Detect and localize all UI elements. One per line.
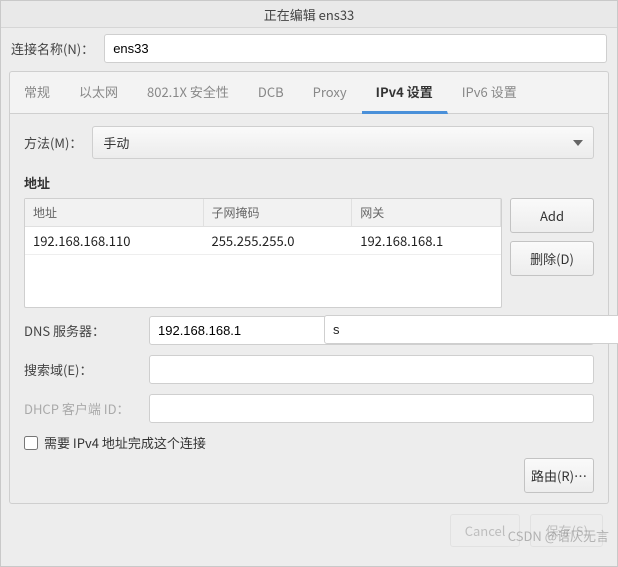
connection-name-label: 连接名称(N)： bbox=[11, 39, 94, 58]
col-address: 地址 bbox=[25, 199, 204, 226]
method-value: 手动 bbox=[103, 133, 129, 152]
connection-name-input[interactable] bbox=[104, 34, 607, 63]
delete-button[interactable]: 删除(D) bbox=[510, 241, 594, 276]
chevron-down-icon bbox=[573, 140, 583, 146]
dns-overlay-input[interactable] bbox=[324, 315, 618, 344]
tab-8021x[interactable]: 802.1X 安全性 bbox=[133, 72, 244, 113]
cancel-button[interactable]: Cancel bbox=[450, 514, 521, 547]
method-row: 方法(M)： 手动 bbox=[24, 126, 594, 159]
col-netmask: 子网掩码 bbox=[204, 199, 353, 226]
dns-row: DNS 服务器： bbox=[24, 316, 594, 345]
tab-area: 常规 以太网 802.1X 安全性 DCB Proxy IPv4 设置 IPv6… bbox=[1, 71, 617, 504]
search-label: 搜索域(E)： bbox=[24, 360, 149, 379]
tab-general[interactable]: 常规 bbox=[10, 72, 65, 113]
addresses-heading: 地址 bbox=[24, 173, 594, 192]
tab-bar: 常规 以太网 802.1X 安全性 DCB Proxy IPv4 设置 IPv6… bbox=[9, 71, 609, 114]
cell-netmask: 255.255.255.0 bbox=[204, 227, 353, 254]
dns-label: DNS 服务器： bbox=[24, 321, 149, 340]
addresses-table[interactable]: 地址 子网掩码 网关 192.168.168.110 255.255.255.0… bbox=[24, 198, 502, 308]
connection-name-row: 连接名称(N)： bbox=[1, 28, 617, 71]
tab-proxy[interactable]: Proxy bbox=[299, 72, 362, 113]
method-select[interactable]: 手动 bbox=[92, 126, 594, 159]
tab-ipv4[interactable]: IPv4 设置 bbox=[362, 72, 448, 114]
require-label: 需要 IPv4 地址完成这个连接 bbox=[44, 433, 206, 452]
dhcp-label: DHCP 客户端 ID： bbox=[24, 399, 149, 418]
dhcp-row: DHCP 客户端 ID： bbox=[24, 394, 594, 423]
require-checkbox[interactable] bbox=[24, 436, 38, 450]
dialog-window: 正在编辑 ens33 连接名称(N)： 常规 以太网 802.1X 安全性 DC… bbox=[0, 0, 618, 567]
search-input[interactable] bbox=[149, 355, 594, 384]
tab-ethernet[interactable]: 以太网 bbox=[65, 72, 133, 113]
method-label: 方法(M)： bbox=[24, 133, 82, 152]
title-bar: 正在编辑 ens33 bbox=[1, 1, 617, 28]
routes-row: 路由(R)… bbox=[24, 458, 594, 493]
cell-gateway: 192.168.168.1 bbox=[352, 227, 501, 254]
search-row: 搜索域(E)： bbox=[24, 355, 594, 384]
cell-address: 192.168.168.110 bbox=[25, 227, 204, 254]
table-header: 地址 子网掩码 网关 bbox=[25, 199, 501, 227]
table-row[interactable]: 192.168.168.110 255.255.255.0 192.168.16… bbox=[25, 227, 501, 255]
addresses-block: 地址 子网掩码 网关 192.168.168.110 255.255.255.0… bbox=[24, 198, 594, 308]
tab-dcb[interactable]: DCB bbox=[244, 72, 299, 113]
dialog-buttons: Cancel 保存(S) CSDN @语仄无言 bbox=[1, 504, 617, 547]
ipv4-panel: 方法(M)： 手动 地址 地址 子网掩码 网关 192.168.168.110 bbox=[9, 114, 609, 504]
addresses-buttons: Add 删除(D) bbox=[510, 198, 594, 308]
add-button[interactable]: Add bbox=[510, 198, 594, 233]
require-row[interactable]: 需要 IPv4 地址完成这个连接 bbox=[24, 433, 594, 452]
col-gateway: 网关 bbox=[352, 199, 501, 226]
window-title: 正在编辑 ens33 bbox=[264, 5, 355, 24]
routes-button[interactable]: 路由(R)… bbox=[524, 458, 594, 493]
dhcp-input[interactable] bbox=[149, 394, 594, 423]
tab-ipv6[interactable]: IPv6 设置 bbox=[448, 72, 532, 113]
save-button[interactable]: 保存(S) bbox=[530, 514, 603, 547]
